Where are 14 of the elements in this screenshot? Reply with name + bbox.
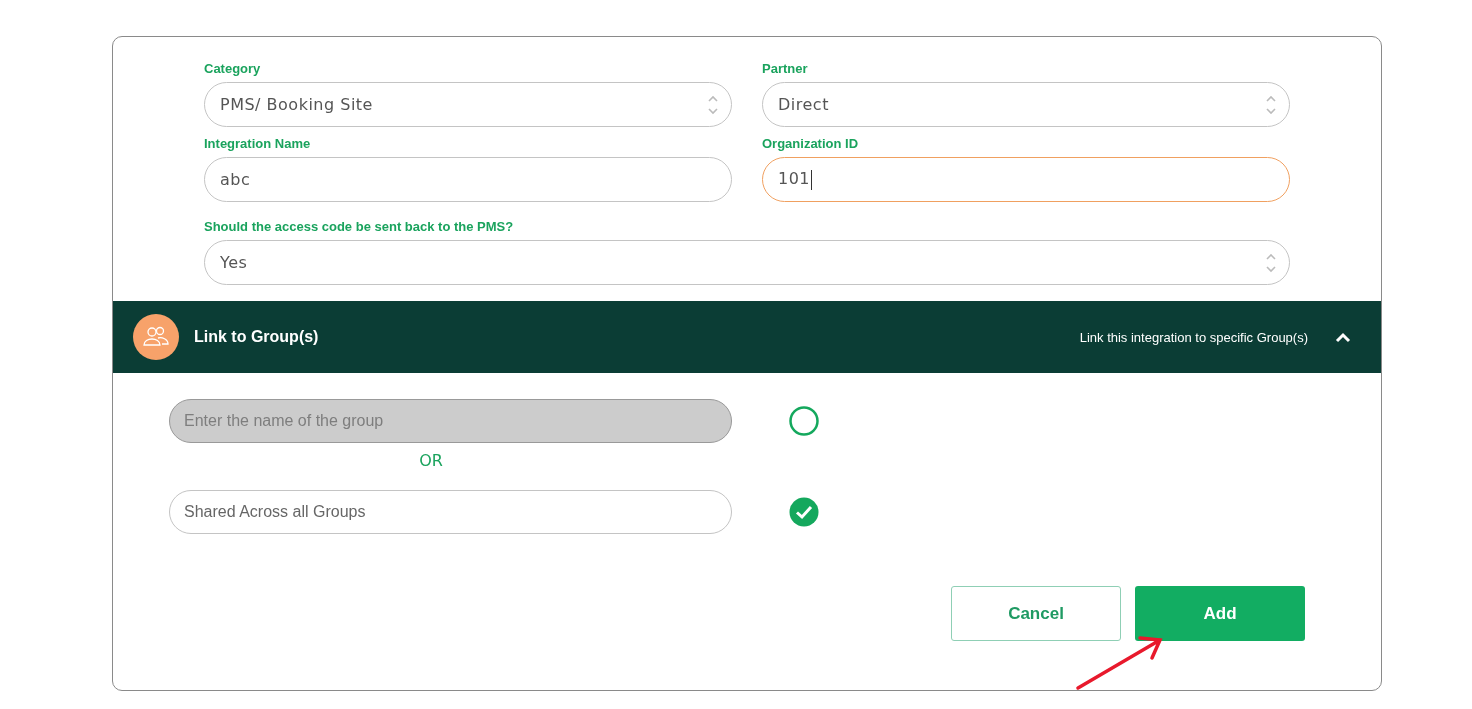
field-label: Integration Name — [204, 136, 312, 151]
field-label: Should the access code be sent back to the PMS? — [204, 219, 515, 234]
chevron-up-icon[interactable] — [1335, 331, 1351, 343]
field-label: Partner — [762, 61, 809, 76]
users-icon — [133, 314, 179, 360]
input-field[interactable]: Shared Across all Groups — [169, 490, 732, 534]
field-label: Category — [204, 61, 262, 76]
section-subtitle: Link this integration to specific Group(s) — [1079, 329, 1308, 345]
section-title: Link to Group(s) — [194, 328, 320, 346]
cancel-button[interactable]: Cancel — [951, 586, 1121, 641]
field-label: Organization ID — [762, 136, 860, 151]
check-circle-icon[interactable] — [789, 497, 819, 527]
or-separator: OR — [418, 451, 444, 470]
arrow-annotation-icon — [1074, 634, 1166, 692]
